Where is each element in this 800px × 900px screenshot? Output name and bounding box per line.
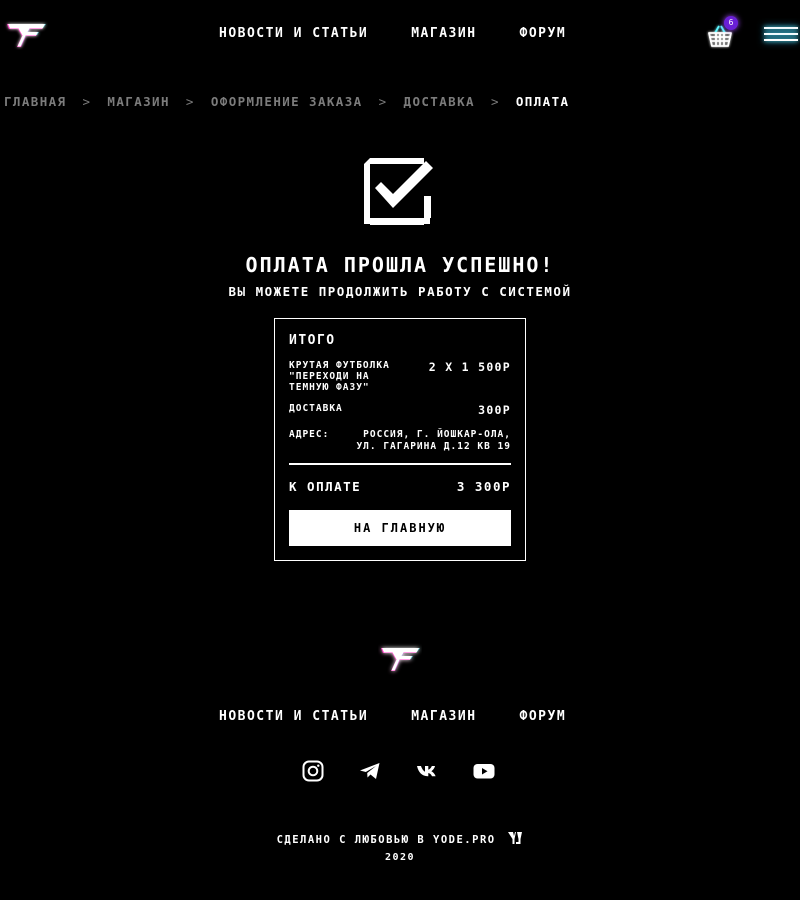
- address-label: Адрес:: [289, 429, 330, 440]
- menu-line: [764, 33, 798, 35]
- chevron-right-icon: >: [490, 94, 500, 109]
- footer-credit: Сделано с любовью в yode.pro: [0, 831, 800, 846]
- payment-success-page: Новости и статьи Магазин Форум 6: [0, 0, 800, 900]
- footer-link-news[interactable]: Новости и статьи: [219, 709, 368, 724]
- footer-logo-icon[interactable]: [378, 642, 422, 676]
- header-nav: Новости и статьи Магазин Форум: [219, 26, 566, 41]
- item-price: 2 x 1 500р: [428, 360, 511, 374]
- address-line-1: Россия, г. Йошкар-Ола,: [363, 429, 511, 440]
- yode-logo-icon: [508, 832, 523, 844]
- nav-link-shop[interactable]: Магазин: [411, 26, 476, 41]
- youtube-icon[interactable]: [473, 760, 495, 782]
- credit-link[interactable]: Сделано с любовью в yode.pro: [277, 834, 496, 846]
- menu-line: [764, 27, 798, 29]
- footer-link-forum[interactable]: Форум: [520, 709, 567, 724]
- menu-button[interactable]: [764, 27, 798, 43]
- address-line-2: ул. Гагарина д.12 кв 19: [356, 441, 511, 452]
- social-links: [302, 760, 495, 782]
- success-title: Оплата прошла успешно!: [245, 253, 555, 277]
- footer-year: 2020: [384, 852, 416, 863]
- go-home-button[interactable]: На главную: [289, 510, 511, 546]
- breadcrumb-shop[interactable]: Магазин: [107, 94, 169, 109]
- nav-link-forum[interactable]: Форум: [520, 26, 567, 41]
- breadcrumb-home[interactable]: Главная: [4, 94, 66, 109]
- breadcrumb-payment: Оплата: [515, 94, 570, 109]
- order-summary: Итого Крутая футболка "Переходи на темну…: [274, 318, 526, 561]
- chevron-right-icon: >: [185, 94, 195, 109]
- nav-link-news[interactable]: Новости и статьи: [219, 26, 368, 41]
- logo-icon[interactable]: [4, 20, 48, 50]
- address-value: Россия, г. Йошкар-Ола, ул. Гагарина д.12…: [356, 429, 511, 453]
- chevron-right-icon: >: [82, 94, 92, 109]
- summary-divider: [289, 463, 511, 465]
- vk-icon[interactable]: [416, 760, 438, 782]
- breadcrumb-delivery[interactable]: Доставка: [404, 94, 475, 109]
- telegram-icon[interactable]: [359, 760, 381, 782]
- breadcrumb-checkout[interactable]: Оформление заказа: [211, 94, 363, 109]
- breadcrumb: Главная > Магазин > Оформление заказа > …: [4, 94, 569, 109]
- checkmark-icon: [364, 158, 433, 225]
- instagram-icon[interactable]: [302, 760, 324, 782]
- success-subtitle: Вы можете продолжить работу с системой: [228, 284, 572, 299]
- chevron-right-icon: >: [378, 94, 388, 109]
- menu-line: [764, 39, 798, 41]
- summary-address-row: Адрес: Россия, г. Йошкар-Ола, ул. Гагари…: [289, 429, 511, 453]
- delivery-price: 300р: [478, 403, 511, 417]
- summary-item-row: Крутая футболка "Переходи на темную фазу…: [289, 360, 511, 393]
- summary-delivery-row: Доставка 300р: [289, 403, 511, 417]
- footer-nav: Новости и статьи Магазин Форум: [219, 709, 566, 724]
- total-label: К оплате: [289, 479, 362, 494]
- summary-title: Итого: [289, 333, 336, 348]
- cart-count-badge: 6: [724, 16, 738, 30]
- total-value: 3 300р: [456, 479, 511, 494]
- cart-button[interactable]: 6: [706, 16, 738, 50]
- footer-link-shop[interactable]: Магазин: [411, 709, 476, 724]
- summary-total-row: К оплате 3 300р: [289, 479, 511, 494]
- item-name: Крутая футболка "Переходи на темную фазу…: [289, 360, 390, 393]
- delivery-label: Доставка: [289, 403, 343, 414]
